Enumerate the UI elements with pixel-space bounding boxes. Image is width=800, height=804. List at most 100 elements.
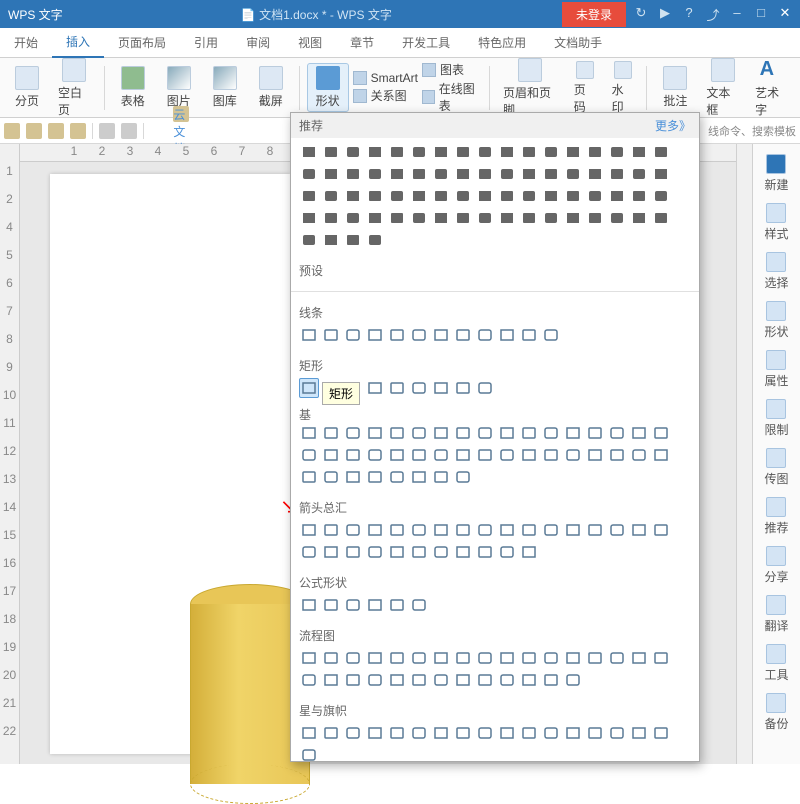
shape-item[interactable] — [343, 670, 363, 690]
shape-item[interactable] — [475, 142, 495, 162]
shape-item[interactable] — [585, 142, 605, 162]
shape-item[interactable] — [651, 445, 671, 465]
side-形状[interactable]: 形状 — [764, 301, 788, 340]
shape-item[interactable] — [497, 723, 517, 743]
shape-item[interactable] — [387, 595, 407, 615]
shape-item[interactable] — [321, 164, 341, 184]
shape-item[interactable] — [387, 467, 407, 487]
shape-item[interactable] — [387, 208, 407, 228]
shape-item[interactable] — [453, 542, 473, 562]
shape-item[interactable] — [519, 670, 539, 690]
shape-item[interactable] — [299, 648, 319, 668]
shape-item[interactable] — [607, 423, 627, 443]
shape-item[interactable] — [585, 208, 605, 228]
shape-item[interactable] — [519, 142, 539, 162]
shape-item[interactable] — [497, 445, 517, 465]
shape-item[interactable] — [409, 164, 429, 184]
shape-item[interactable] — [475, 423, 495, 443]
shape-item[interactable] — [409, 595, 429, 615]
shape-item[interactable] — [431, 723, 451, 743]
shape-item[interactable] — [563, 164, 583, 184]
shape-item[interactable] — [651, 520, 671, 540]
shape-item[interactable] — [541, 723, 561, 743]
shape-item[interactable] — [409, 208, 429, 228]
shape-item[interactable] — [629, 142, 649, 162]
shape-item[interactable] — [409, 542, 429, 562]
sync-icon[interactable]: ↻ — [632, 5, 650, 24]
shape-item[interactable] — [475, 186, 495, 206]
shape-item[interactable] — [365, 520, 385, 540]
shape-item[interactable] — [299, 186, 319, 206]
shape-item[interactable] — [607, 445, 627, 465]
shape-item[interactable] — [607, 186, 627, 206]
shape-item[interactable] — [585, 648, 605, 668]
shape-item[interactable] — [607, 142, 627, 162]
shape-item[interactable] — [629, 186, 649, 206]
shape-item[interactable] — [299, 595, 319, 615]
shape-item[interactable] — [387, 186, 407, 206]
qat-undo-icon[interactable] — [99, 123, 115, 139]
shape-item[interactable] — [475, 325, 495, 345]
shape-item[interactable] — [519, 542, 539, 562]
shape-item[interactable] — [409, 325, 429, 345]
shape-item[interactable] — [299, 230, 319, 250]
shape-item[interactable] — [299, 208, 319, 228]
shape-item[interactable] — [475, 164, 495, 184]
shape-item[interactable] — [475, 445, 495, 465]
play-icon[interactable]: ▶ — [656, 5, 674, 24]
blank-page-button[interactable]: 空白页 — [52, 56, 97, 120]
shape-item[interactable] — [629, 423, 649, 443]
tab-start[interactable]: 开始 — [0, 28, 52, 57]
shape-item[interactable] — [453, 325, 473, 345]
shape-item[interactable] — [387, 670, 407, 690]
shape-item[interactable] — [409, 520, 429, 540]
shape-item[interactable] — [497, 520, 517, 540]
more-shapes-link[interactable]: 更多》 — [655, 117, 691, 134]
shape-item[interactable] — [563, 670, 583, 690]
side-备份[interactable]: 备份 — [764, 693, 788, 732]
shape-item[interactable] — [365, 467, 385, 487]
shape-item[interactable] — [387, 723, 407, 743]
online-chart-button[interactable]: 在线图表 — [422, 80, 482, 114]
shape-item[interactable] — [321, 423, 341, 443]
shape-item[interactable] — [585, 520, 605, 540]
shape-item[interactable] — [453, 164, 473, 184]
tab-devtools[interactable]: 开发工具 — [388, 28, 464, 57]
shape-item[interactable] — [387, 378, 407, 398]
login-button[interactable]: 未登录 — [562, 2, 626, 27]
shape-item[interactable] — [497, 423, 517, 443]
shape-item[interactable] — [387, 325, 407, 345]
shape-item[interactable] — [299, 445, 319, 465]
shape-item[interactable] — [541, 186, 561, 206]
shape-item[interactable] — [453, 208, 473, 228]
shape-item[interactable] — [519, 445, 539, 465]
shape-item[interactable] — [497, 186, 517, 206]
shape-item[interactable] — [321, 595, 341, 615]
minimize-icon[interactable]: – — [728, 5, 746, 24]
tab-review[interactable]: 审阅 — [232, 28, 284, 57]
side-新建[interactable]: 新建 — [764, 154, 788, 193]
shape-item[interactable] — [343, 142, 363, 162]
qat-paste-icon[interactable] — [70, 123, 86, 139]
shape-item[interactable] — [541, 164, 561, 184]
side-翻译[interactable]: 翻译 — [764, 595, 788, 634]
qat-preview-icon[interactable] — [48, 123, 64, 139]
shape-item[interactable] — [541, 423, 561, 443]
shape-item[interactable] — [343, 325, 363, 345]
shape-item[interactable] — [563, 208, 583, 228]
shape-item[interactable] — [365, 142, 385, 162]
shape-item[interactable] — [431, 186, 451, 206]
share-icon[interactable]: ⤴ — [704, 5, 722, 24]
side-传图[interactable]: 传图 — [764, 448, 788, 487]
shape-item[interactable] — [585, 723, 605, 743]
textbox-button[interactable]: 文本框 — [700, 56, 745, 120]
shape-item[interactable] — [607, 520, 627, 540]
tab-special[interactable]: 特色应用 — [464, 28, 540, 57]
shape-item[interactable] — [387, 423, 407, 443]
chart-button[interactable]: 图表 — [422, 61, 482, 78]
shape-item[interactable] — [563, 142, 583, 162]
tab-references[interactable]: 引用 — [180, 28, 232, 57]
shape-item[interactable] — [409, 142, 429, 162]
close-icon[interactable]: ✕ — [776, 5, 794, 24]
shape-item[interactable] — [475, 723, 495, 743]
